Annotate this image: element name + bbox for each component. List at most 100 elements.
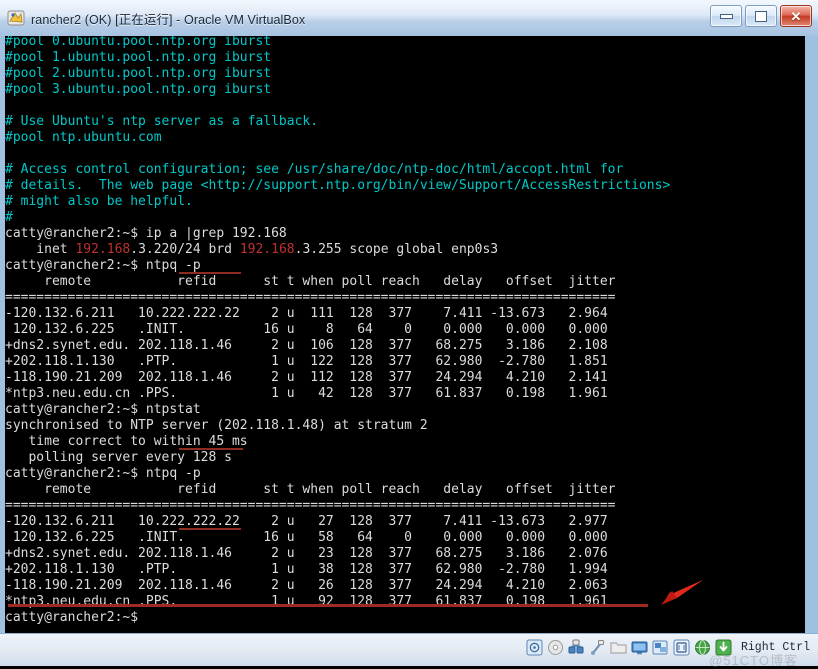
terminal-line: remote refid st t when poll reach delay … [5,482,805,498]
terminal-span: # Use Ubuntu's ntp server as a fallback. [5,114,319,129]
terminal-line: +dns2.synet.edu. 202.118.1.46 2 u 106 12… [5,338,805,354]
terminal-span: # details. The web page <http://support.… [5,178,671,193]
annotation-red-arrow [653,578,705,613]
annotation-underline-ntpq2 [179,528,241,530]
terminal-line: catty@rancher2:~$ ntpstat [5,402,805,418]
terminal-line: #pool ntp.ubuntu.com [5,130,805,146]
virtualbox-window: rancher2 (OK) [正在运行] - Oracle VM Virtual… [0,0,818,668]
terminal-span: 192.168 [75,242,131,257]
terminal-line: +202.118.1.130 .PTP. 1 u 122 128 377 62.… [5,354,805,370]
watermark: @51CTO博客 [709,653,798,668]
terminal-span: remote refid st t when poll reach delay … [5,274,616,289]
terminal-line: # [5,210,805,226]
video-capture-icon[interactable] [673,639,690,656]
maximize-icon [755,10,767,22]
terminal-line: -118.190.21.209 202.118.1.46 2 u 112 128… [5,370,805,386]
status-bar: Right Ctrl @51CTO博客 [0,633,818,668]
maximize-button[interactable] [745,5,777,27]
minimize-button[interactable] [710,5,742,27]
terminal-span: .3.255 scope global enp0s3 [294,242,499,257]
terminal-span: inet [5,242,76,257]
terminal-span: 120.132.6.225 .INIT. 16 u 8 64 0 0.000 0… [5,322,608,337]
terminal-line: *ntp3.neu.edu.cn .PPS. 1 u 42 128 377 61… [5,386,805,402]
terminal-span: ========================================… [5,498,616,513]
terminal-line: -120.132.6.211 10.222.222.22 2 u 111 128… [5,306,805,322]
terminal-span: 120.132.6.225 .INIT. 16 u 58 64 0 0.000 … [5,530,608,545]
terminal-line: time correct to within 45 ms [5,434,805,450]
terminal-span: -118.190.21.209 202.118.1.46 2 u 26 128 … [5,578,608,593]
terminal-line: # Use Ubuntu's ntp server as a fallback. [5,114,805,130]
terminal-span: .3.220/24 brd [130,242,240,257]
terminal-span: # [5,210,13,225]
terminal-span: catty@rancher2:~$ ip a |grep 192.168 [5,226,287,241]
terminal-span: #pool 3.ubuntu.pool.ntp.org iburst [5,82,272,97]
terminal-line: #pool 0.ubuntu.pool.ntp.org iburst [5,36,805,50]
terminal-span: *ntp3.neu.edu.cn .PPS. 1 u 42 128 377 61… [5,386,608,401]
terminal-line: ========================================… [5,290,805,306]
terminal-span: #pool 0.ubuntu.pool.ntp.org iburst [5,36,272,49]
terminal-span: time correct to within 45 ms [5,434,248,449]
virtualbox-icon [7,9,25,27]
close-icon: ✕ [790,8,802,24]
terminal-line: polling server every 128 s [5,450,805,466]
terminal-line: ========================================… [5,498,805,514]
terminal-line: # details. The web page <http://support.… [5,178,805,194]
remote-desktop-icon[interactable] [652,639,669,656]
terminal-span: -120.132.6.211 10.222.222.22 2 u 27 128 … [5,514,608,529]
display-icon[interactable] [631,639,648,656]
terminal-line: #pool 1.ubuntu.pool.ntp.org iburst [5,50,805,66]
optical-disk-icon[interactable] [547,639,564,656]
terminal-span: #pool 1.ubuntu.pool.ntp.org iburst [5,50,272,65]
terminal-span: polling server every 128 s [5,450,232,465]
hard-disk-icon[interactable] [526,639,543,656]
terminal-span: -118.190.21.209 202.118.1.46 2 u 112 128… [5,370,608,385]
terminal-line: catty@rancher2:~$ ntpq -p [5,466,805,482]
terminal-line: #pool 2.ubuntu.pool.ntp.org iburst [5,66,805,82]
terminal-line: +dns2.synet.edu. 202.118.1.46 2 u 23 128… [5,546,805,562]
terminal-span: 192.168 [239,242,295,257]
terminal-span: remote refid st t when poll reach delay … [5,482,616,497]
terminal-span: catty@rancher2:~$ ntpq -p [5,466,201,481]
terminal-line: synchronised to NTP server (202.118.1.48… [5,418,805,434]
guest-screen-frame: #pool 0.ubuntu.pool.ntp.org iburst #pool … [0,36,818,633]
terminal-line: inet 192.168.3.220/24 brd 192.168.3.255 … [5,242,805,258]
terminal-line: # might also be helpful. [5,194,805,210]
terminal-line: 120.132.6.225 .INIT. 16 u 58 64 0 0.000 … [5,530,805,546]
terminal-span: -120.132.6.211 10.222.222.22 2 u 111 128… [5,306,608,321]
terminal-line: #pool 3.ubuntu.pool.ntp.org iburst [5,82,805,98]
terminal-span: +202.118.1.130 .PTP. 1 u 38 128 377 62.9… [5,562,608,577]
window-title: rancher2 (OK) [正在运行] - Oracle VM Virtual… [31,12,306,27]
terminal-line: -120.132.6.211 10.222.222.22 2 u 27 128 … [5,514,805,530]
terminal-span: synchronised to NTP server (202.118.1.48… [5,418,428,433]
terminal-span: # Access control configuration; see /usr… [5,162,624,177]
terminal-span: # might also be helpful. [5,194,193,209]
terminal-span: +dns2.synet.edu. 202.118.1.46 2 u 106 12… [5,338,608,353]
minimize-icon [719,13,733,19]
terminal-line: # Access control configuration; see /usr… [5,162,805,178]
annotation-underline-ntpstat [179,448,243,450]
terminal-line: 120.132.6.225 .INIT. 16 u 8 64 0 0.000 0… [5,322,805,338]
terminal-span: catty@rancher2:~$ ntpq -p [5,258,201,273]
terminal-span: #pool 2.ubuntu.pool.ntp.org iburst [5,66,272,81]
title-bar[interactable]: rancher2 (OK) [正在运行] - Oracle VM Virtual… [0,0,818,36]
terminal-span: ========================================… [5,290,616,305]
terminal-screen[interactable]: #pool 0.ubuntu.pool.ntp.org iburst #pool … [5,36,805,633]
shared-folder-icon[interactable] [610,639,627,656]
terminal-span: +202.118.1.130 .PTP. 1 u 122 128 377 62.… [5,354,608,369]
terminal-span: catty@rancher2:~$ ntpstat [5,402,201,417]
terminal-span: catty@rancher2:~$ [5,610,139,625]
terminal-span: #pool ntp.ubuntu.com [5,130,162,145]
annotation-underline-ntpq1 [179,272,241,274]
usb-icon[interactable] [589,639,606,656]
window-controls[interactable]: ✕ [710,5,812,27]
close-button[interactable]: ✕ [780,5,812,27]
terminal-line: catty@rancher2:~$ ip a |grep 192.168 [5,226,805,242]
terminal-line: +202.118.1.130 .PTP. 1 u 38 128 377 62.9… [5,562,805,578]
annotation-underline-last-row [8,604,648,607]
network-icon[interactable] [568,639,585,656]
terminal-line: catty@rancher2:~$ ntpq -p [5,258,805,274]
terminal-line: remote refid st t when poll reach delay … [5,274,805,290]
terminal-span: +dns2.synet.edu. 202.118.1.46 2 u 23 128… [5,546,608,561]
